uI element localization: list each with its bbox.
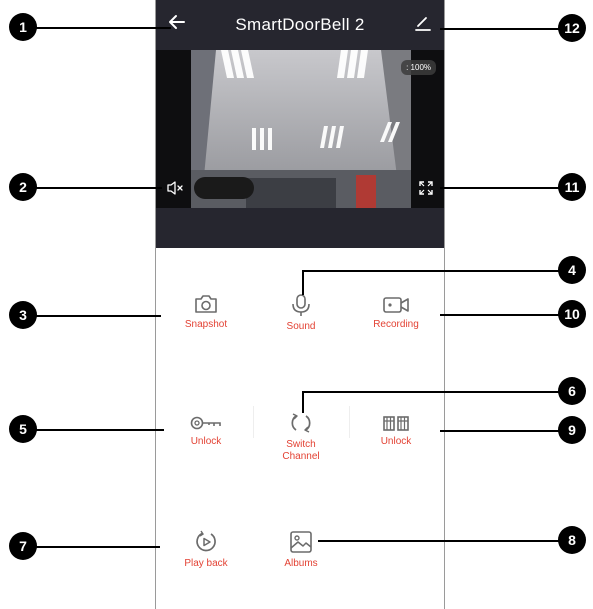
callout-line-12 <box>440 28 559 30</box>
sound-label: Sound <box>286 321 316 332</box>
microphone-icon <box>292 294 310 316</box>
app-screen: SmartDoorBell 2: 100% Snapshot Sound Re… <box>155 0 445 609</box>
back-button[interactable] <box>166 12 188 34</box>
snapshot-button[interactable]: Snapshot <box>158 293 254 331</box>
pencil-icon <box>415 17 431 31</box>
edit-button[interactable] <box>414 14 436 36</box>
albums-button[interactable]: Albums <box>253 530 349 570</box>
callout-line-6-vertical <box>302 391 304 413</box>
switch-channel-button[interactable]: Switch Channel <box>253 411 349 463</box>
callout-line-7 <box>36 546 160 548</box>
callout-badge-5: 5 <box>9 415 37 443</box>
callout-line-10 <box>440 314 559 316</box>
callout-line-6 <box>303 391 559 393</box>
gate-icon <box>383 416 409 431</box>
camera-icon <box>195 295 217 313</box>
header-panel: SmartDoorBell 2: 100% <box>156 0 444 248</box>
callout-badge-6: 6 <box>558 377 586 405</box>
recording-button[interactable]: Recording <box>348 295 444 331</box>
video-camera-icon <box>383 297 409 313</box>
callout-line-2 <box>36 187 162 189</box>
playback-icon <box>196 530 216 552</box>
callout-badge-11: 11 <box>558 173 586 201</box>
callout-line-4 <box>303 270 559 272</box>
callout-badge-12: 12 <box>558 14 586 42</box>
image-gallery-icon <box>290 531 312 553</box>
fullscreen-icon <box>419 181 433 195</box>
switch-channel-line-2: Channel <box>282 451 320 462</box>
unlock-button-1[interactable]: Unlock <box>158 414 254 448</box>
unlock-label-2: Unlock <box>380 436 412 447</box>
speaker-mute-icon <box>167 181 183 195</box>
callout-line-8 <box>318 540 559 542</box>
title-bar: SmartDoorBell 2 <box>156 0 444 50</box>
playback-button[interactable]: Play back <box>158 530 254 570</box>
unlock-label-1: Unlock <box>190 436 222 447</box>
callout-badge-4: 4 <box>558 256 586 284</box>
callout-badge-7: 7 <box>9 532 37 560</box>
switch-icon <box>291 413 311 433</box>
device-title: SmartDoorBell 2 <box>235 15 365 34</box>
live-video-feed[interactable]: : 100% <box>156 50 444 208</box>
callout-badge-1: 1 <box>9 13 37 41</box>
switch-channel-label: Switch Channel <box>253 439 349 463</box>
unlock-button-2[interactable]: Unlock <box>348 414 444 448</box>
albums-label: Albums <box>284 558 318 569</box>
callout-line-9 <box>440 430 559 432</box>
fullscreen-button[interactable] <box>418 180 434 196</box>
key-icon <box>190 416 221 430</box>
arrow-left-icon <box>169 15 185 29</box>
mute-button[interactable] <box>166 180 184 196</box>
callout-line-1 <box>36 27 171 29</box>
callout-badge-2: 2 <box>9 173 37 201</box>
zoom-level-badge: : 100% <box>401 60 436 75</box>
playback-label: Play back <box>184 558 228 569</box>
callout-badge-9: 9 <box>558 416 586 444</box>
switch-channel-line-1: Switch <box>286 439 316 450</box>
snapshot-label: Snapshot <box>184 319 228 330</box>
recording-label: Recording <box>373 319 419 330</box>
callout-line-3 <box>36 315 161 317</box>
callout-badge-3: 3 <box>9 301 37 329</box>
callout-badge-8: 8 <box>558 526 586 554</box>
callout-badge-10: 10 <box>558 300 586 328</box>
callout-line-11 <box>440 187 559 189</box>
callout-line-5 <box>36 429 164 431</box>
callout-line-4-vertical <box>302 270 304 295</box>
status-pill <box>194 177 254 199</box>
sound-button[interactable]: Sound <box>253 293 349 333</box>
